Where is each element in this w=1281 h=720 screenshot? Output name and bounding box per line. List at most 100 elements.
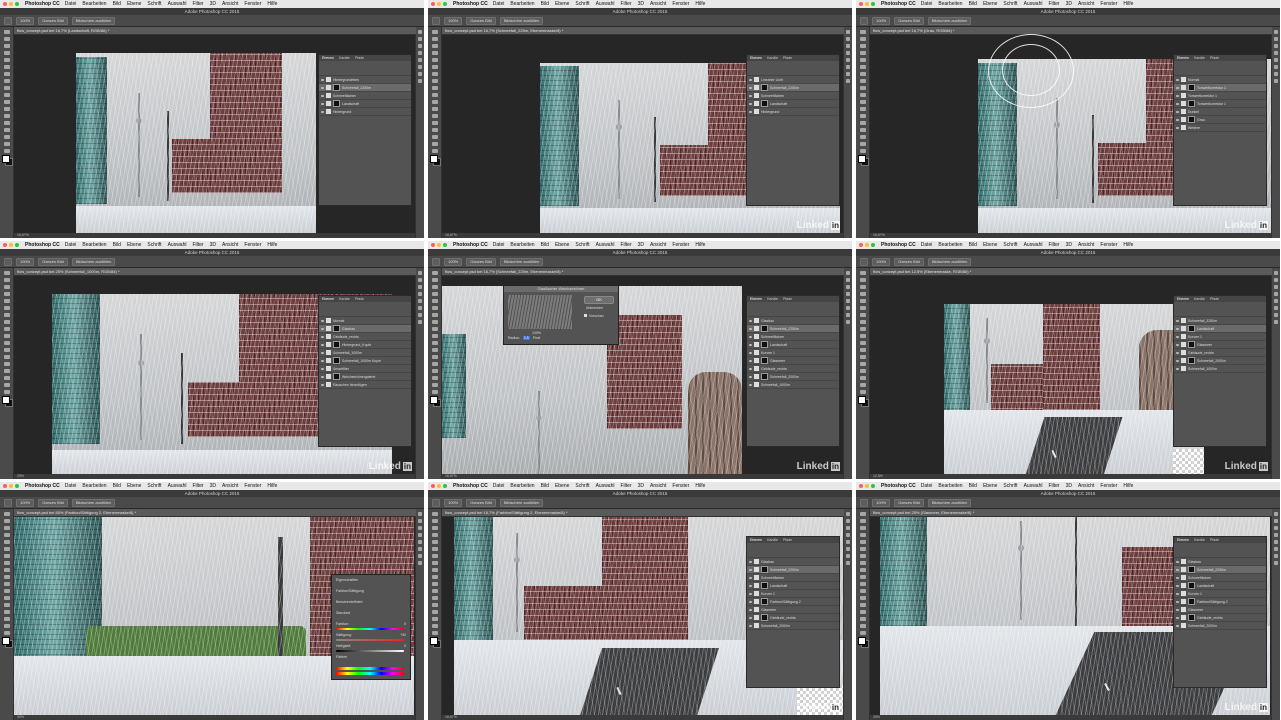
tool-icon[interactable] (3, 582, 10, 586)
panel-icon[interactable] (418, 320, 422, 324)
tool-icon[interactable] (3, 561, 10, 565)
visibility-eye-icon[interactable] (749, 110, 752, 113)
tool-icon[interactable] (431, 369, 438, 373)
layer-mask-thumbnail[interactable] (333, 341, 340, 348)
panel-icon[interactable] (418, 72, 422, 76)
foreground-color-swatch[interactable] (2, 637, 10, 645)
layer-row[interactable]: Landschaft (1174, 582, 1266, 590)
panel-icon[interactable] (1274, 554, 1278, 558)
layer-row[interactable]: Kurven 1 (1174, 333, 1266, 341)
layer-row[interactable]: Schneefall_2250m (747, 566, 839, 574)
layer-row[interactable]: Glasmeer (1174, 341, 1266, 349)
panel-icon[interactable] (846, 526, 850, 530)
layer-row[interactable]: Gebäude_rechts (319, 333, 411, 341)
visibility-eye-icon[interactable] (1176, 343, 1179, 346)
panel-icon[interactable] (1274, 512, 1278, 516)
layer-mask-thumbnail[interactable] (333, 357, 340, 364)
window-minimize-button[interactable] (437, 484, 441, 488)
tool-preset-icon[interactable] (860, 498, 868, 507)
tool-icon[interactable] (3, 37, 10, 41)
menu-item[interactable]: Ebene (555, 242, 569, 248)
panel-icon[interactable] (846, 313, 850, 317)
panel-icon[interactable] (418, 547, 422, 551)
layer-row[interactable]: Grau (1174, 116, 1266, 124)
layer-row[interactable]: Gebäude_rechts (1174, 614, 1266, 622)
tool-icon[interactable] (3, 306, 10, 310)
menu-item[interactable]: Ebene (127, 483, 141, 489)
menu-item[interactable]: Ebene (555, 1, 569, 7)
foreground-color-swatch[interactable] (430, 155, 438, 163)
panel-icon[interactable] (418, 30, 422, 34)
tool-icon[interactable] (3, 348, 10, 352)
ok-button[interactable]: OK (584, 296, 614, 304)
tool-icon[interactable] (859, 334, 866, 338)
visibility-eye-icon[interactable] (749, 600, 752, 603)
window-minimize-button[interactable] (9, 2, 13, 6)
tool-icon[interactable] (859, 93, 866, 97)
panel-icon[interactable] (1274, 65, 1278, 69)
menu-item[interactable]: Ansicht (1078, 483, 1094, 489)
layer-row[interactable]: Landschaft (747, 582, 839, 590)
tool-icon[interactable] (859, 617, 866, 621)
layer-row[interactable]: Tonwertkorrektur 1 (1174, 92, 1266, 100)
visibility-eye-icon[interactable] (1176, 367, 1179, 370)
panel-icon[interactable] (846, 278, 850, 282)
menu-item[interactable]: Schrift (575, 1, 589, 7)
visibility-eye-icon[interactable] (321, 319, 324, 322)
tool-icon[interactable] (3, 44, 10, 48)
tool-icon[interactable] (431, 86, 438, 90)
menu-item[interactable]: Ansicht (1078, 242, 1094, 248)
tool-icon[interactable] (859, 554, 866, 558)
tool-preset-icon[interactable] (432, 257, 440, 266)
tool-icon[interactable] (859, 107, 866, 111)
layer-row[interactable]: Glasmeer (747, 606, 839, 614)
tool-icon[interactable] (3, 540, 10, 544)
visibility-eye-icon[interactable] (321, 375, 324, 378)
panel-icon[interactable] (1274, 561, 1278, 565)
tool-icon[interactable] (859, 348, 866, 352)
visibility-eye-icon[interactable] (321, 110, 324, 113)
layer-row[interactable]: Hintergrund_Kopie (319, 341, 411, 349)
tool-icon[interactable] (859, 320, 866, 324)
layer-mask-thumbnail[interactable] (1188, 341, 1195, 348)
tool-icon[interactable] (3, 107, 10, 111)
tool-icon[interactable] (859, 519, 866, 523)
menu-item[interactable]: Datei (921, 1, 933, 7)
layer-row[interactable]: Schneeflächen (747, 574, 839, 582)
panel-icon[interactable] (418, 299, 422, 303)
visibility-eye-icon[interactable] (1176, 102, 1179, 105)
tool-icon[interactable] (431, 540, 438, 544)
layer-row[interactable]: Schneeflächen (319, 92, 411, 100)
panel-tab[interactable]: Ebenen (322, 55, 334, 61)
menu-item[interactable]: Ebene (555, 483, 569, 489)
layer-mask-thumbnail[interactable] (1188, 582, 1195, 589)
menu-item[interactable]: Auswahl (1024, 242, 1043, 248)
menu-item[interactable]: Schrift (147, 242, 161, 248)
visibility-eye-icon[interactable] (749, 367, 752, 370)
tool-icon[interactable] (3, 79, 10, 83)
panel-icon[interactable] (418, 512, 422, 516)
tool-icon[interactable] (3, 383, 10, 387)
panel-icon[interactable] (418, 37, 422, 41)
layer-row[interactable]: Schneefall_1000m (319, 349, 411, 357)
visibility-eye-icon[interactable] (1176, 568, 1179, 571)
menu-item[interactable]: Schrift (1003, 1, 1017, 7)
tool-icon[interactable] (431, 547, 438, 551)
visibility-eye-icon[interactable] (1176, 624, 1179, 627)
menu-item[interactable]: Filter (1048, 242, 1059, 248)
panel-icon[interactable] (1274, 79, 1278, 83)
layer-row[interactable]: Kurven 1 (1174, 590, 1266, 598)
tool-icon[interactable] (3, 355, 10, 359)
visibility-eye-icon[interactable] (1176, 118, 1179, 121)
tool-icon[interactable] (859, 533, 866, 537)
menu-item[interactable]: Datei (65, 483, 77, 489)
layer-mask-thumbnail[interactable] (1188, 116, 1195, 123)
tool-icon[interactable] (431, 348, 438, 352)
menu-item[interactable]: Fenster (1100, 1, 1117, 7)
tool-icon[interactable] (859, 285, 866, 289)
tool-preset-icon[interactable] (4, 498, 12, 507)
visibility-eye-icon[interactable] (1176, 335, 1179, 338)
layer-row[interactable]: Rauschen hinzufügen (319, 381, 411, 389)
tool-icon[interactable] (3, 390, 10, 394)
panel-icon[interactable] (1274, 72, 1278, 76)
